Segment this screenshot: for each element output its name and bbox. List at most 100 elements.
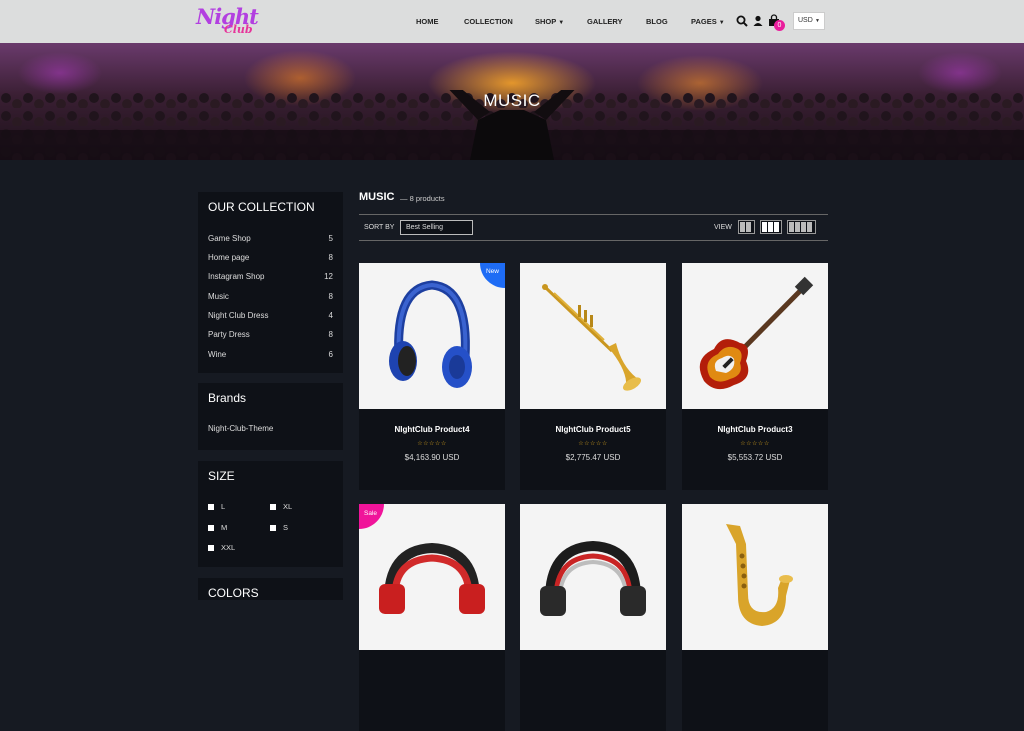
collection-item-label: Party Dress bbox=[208, 330, 250, 339]
collection-item-count: 8 bbox=[328, 330, 333, 339]
product-card[interactable] bbox=[520, 504, 666, 731]
user-icon[interactable] bbox=[753, 13, 763, 29]
currency-select[interactable]: USD ▼ bbox=[793, 12, 825, 30]
collection-item-night-club-dress[interactable]: Night Club Dress 4 bbox=[208, 311, 333, 320]
collection-item-label: Instagram Shop bbox=[208, 272, 265, 281]
headphones-blue-image bbox=[389, 280, 472, 388]
product-count: — 8 products bbox=[400, 194, 445, 203]
site-header: Night Club HOME COLLECTION SHOP ▼ GALLERY… bbox=[0, 0, 1024, 43]
view-3-columns-button[interactable] bbox=[760, 220, 782, 234]
product-image[interactable]: New bbox=[359, 263, 505, 409]
product-name[interactable]: NIghtClub Product3 bbox=[682, 425, 828, 434]
product-image[interactable] bbox=[682, 504, 828, 650]
colors-panel: COLORS bbox=[198, 578, 343, 600]
chevron-down-icon: ▼ bbox=[718, 20, 725, 26]
chevron-down-icon: ▼ bbox=[815, 18, 820, 24]
collection-item-count: 4 bbox=[328, 311, 333, 320]
view-4-columns-button[interactable] bbox=[787, 220, 816, 234]
product-card[interactable]: NIghtClub Product3 ☆☆☆☆☆ $5,553.72 USD bbox=[682, 263, 828, 490]
checkbox[interactable] bbox=[270, 504, 276, 511]
size-option-l[interactable]: L bbox=[208, 502, 225, 511]
product-name[interactable]: NIghtClub Product5 bbox=[520, 425, 666, 434]
nav-blog[interactable]: BLOG bbox=[646, 0, 668, 43]
collection-heading: MUSIC bbox=[359, 191, 395, 203]
collection-item-count: 8 bbox=[328, 253, 333, 262]
size-option-s[interactable]: S bbox=[270, 523, 288, 532]
divider bbox=[359, 240, 828, 241]
saxophone-image bbox=[726, 524, 793, 626]
collection-item-instagram-shop[interactable]: Instagram Shop 12 bbox=[208, 272, 333, 281]
collection-title: OUR COLLECTION bbox=[208, 200, 315, 214]
collection-item-home-page[interactable]: Home page 8 bbox=[208, 253, 333, 262]
product-image[interactable] bbox=[520, 504, 666, 650]
product-image[interactable]: Sale bbox=[359, 504, 505, 650]
sort-label: SORT BY bbox=[364, 224, 395, 231]
rating-stars-icon: ☆☆☆☆☆ bbox=[578, 441, 608, 447]
site-logo[interactable]: Night Club bbox=[196, 4, 259, 40]
currency-value: USD bbox=[798, 17, 813, 24]
nav-shop-label: SHOP bbox=[535, 17, 557, 26]
collection-item-count: 5 bbox=[328, 234, 333, 243]
new-badge: New bbox=[485, 268, 499, 275]
size-option-label: M bbox=[221, 523, 228, 532]
collection-item-label: Music bbox=[208, 292, 229, 301]
collection-item-party-dress[interactable]: Party Dress 8 bbox=[208, 330, 333, 339]
size-option-label: L bbox=[221, 502, 226, 511]
collection-panel: OUR COLLECTION Game Shop 5 Home page 8 Ins… bbox=[198, 192, 343, 373]
size-option-m[interactable]: M bbox=[208, 523, 227, 532]
cart-count-badge: 0 bbox=[774, 20, 785, 31]
checkbox[interactable] bbox=[208, 545, 214, 552]
colors-title: COLORS bbox=[208, 586, 259, 600]
nav-home[interactable]: HOME bbox=[416, 0, 439, 43]
view-label: VIEW bbox=[714, 224, 732, 231]
nav-collection[interactable]: COLLECTION bbox=[464, 0, 513, 43]
size-panel: SIZE L XL M S XXL bbox=[198, 461, 343, 567]
chevron-down-icon: ▼ bbox=[558, 20, 565, 26]
collection-item-label: Game Shop bbox=[208, 234, 251, 243]
product-name[interactable]: NIghtClub Product4 bbox=[359, 425, 505, 434]
brand-item[interactable]: Night-Club-Theme bbox=[208, 424, 333, 433]
size-option-xl[interactable]: XL bbox=[270, 502, 292, 511]
divider bbox=[359, 214, 828, 215]
brands-title: Brands bbox=[208, 391, 247, 405]
nav-gallery[interactable]: GALLERY bbox=[587, 0, 623, 43]
sort-select[interactable]: Best Selling bbox=[400, 220, 473, 235]
rating-stars-icon: ☆☆☆☆☆ bbox=[417, 441, 447, 447]
bass-guitar-image bbox=[699, 276, 814, 390]
product-price: $5,553.72 USD bbox=[727, 453, 783, 462]
product-price: $4,163.90 USD bbox=[404, 453, 460, 462]
collection-item-count: 6 bbox=[328, 350, 333, 359]
collection-item-label: Night Club Dress bbox=[208, 311, 269, 320]
nav-pages[interactable]: PAGES ▼ bbox=[691, 0, 725, 43]
search-icon[interactable] bbox=[736, 13, 748, 29]
rating-stars-icon: ☆☆☆☆☆ bbox=[740, 441, 770, 447]
checkbox[interactable] bbox=[208, 504, 214, 511]
product-card[interactable]: New NIghtClub Product4 ☆☆☆☆☆ $4,163.90 U… bbox=[359, 263, 505, 490]
brands-panel: Brands Night-Club-Theme bbox=[198, 383, 343, 450]
size-option-label: XXL bbox=[221, 543, 236, 552]
size-option-label: S bbox=[283, 523, 289, 532]
collection-item-wine[interactable]: Wine 6 bbox=[208, 350, 333, 359]
product-image[interactable] bbox=[520, 263, 666, 409]
product-card[interactable] bbox=[682, 504, 828, 731]
nav-pages-label: PAGES bbox=[691, 17, 717, 26]
size-option-xxl[interactable]: XXL bbox=[208, 543, 235, 552]
sale-badge: Sale bbox=[364, 510, 378, 517]
collection-item-label: Wine bbox=[208, 350, 227, 359]
trumpet-image bbox=[542, 284, 642, 391]
size-title: SIZE bbox=[208, 469, 235, 483]
hero-banner: MUSIC bbox=[0, 43, 1024, 160]
headphones-red-image bbox=[379, 542, 485, 614]
product-price: $2,775.47 USD bbox=[565, 453, 621, 462]
collection-item-game-shop[interactable]: Game Shop 5 bbox=[208, 234, 333, 243]
collection-item-music[interactable]: Music 8 bbox=[208, 292, 333, 301]
checkbox[interactable] bbox=[208, 525, 214, 532]
product-card[interactable]: Sale bbox=[359, 504, 505, 731]
view-2-columns-button[interactable] bbox=[738, 220, 755, 234]
checkbox[interactable] bbox=[270, 525, 276, 532]
product-image[interactable] bbox=[682, 263, 828, 409]
collection-item-label: Home page bbox=[208, 253, 250, 262]
logo-text-club: Club bbox=[224, 23, 253, 36]
product-card[interactable]: NIghtClub Product5 ☆☆☆☆☆ $2,775.47 USD bbox=[520, 263, 666, 490]
nav-shop[interactable]: SHOP ▼ bbox=[535, 0, 564, 43]
